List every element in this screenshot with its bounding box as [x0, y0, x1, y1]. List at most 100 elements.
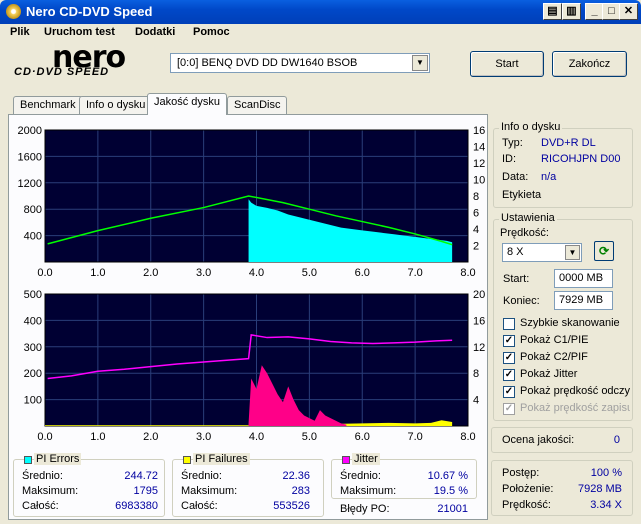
window-title: Nero CD-DVD Speed	[26, 4, 153, 19]
po-errors-label: Błędy PO:	[340, 503, 390, 515]
x-tick-label: 8.0	[460, 267, 475, 279]
drive-select[interactable]: [0:0] BENQ DVD DD DW1640 BSOB ▼	[170, 53, 430, 73]
checkbox-3[interactable]: ✓	[503, 369, 515, 381]
y-tick-label: 300	[24, 342, 42, 354]
disc-date-label: Data:	[502, 171, 529, 183]
pif-total-label: Całość:	[181, 500, 218, 512]
tab-scandisc[interactable]: ScanDisc	[227, 96, 288, 114]
jitter-avg-label: Średnio:	[340, 470, 381, 482]
pif-stats-title: PI Failures	[193, 453, 250, 465]
extra-icon-1[interactable]: ▤	[543, 3, 562, 20]
drive-select-value: [0:0] BENQ DVD DD DW1640 BSOB	[177, 57, 358, 69]
chevron-down-icon[interactable]: ▼	[565, 245, 580, 260]
pie-total-label: Całość:	[22, 500, 59, 512]
start-button[interactable]: Start	[470, 51, 544, 77]
y2-tick-label: 12	[473, 158, 485, 170]
menu-plik[interactable]: Plik	[10, 26, 30, 38]
menu-uruchom-test[interactable]: Uruchom test	[44, 26, 115, 38]
chevron-down-icon[interactable]: ▼	[412, 55, 428, 71]
checkbox-0[interactable]	[503, 318, 515, 330]
x-tick-label: 1.0	[90, 267, 105, 279]
end-field-label: Koniec:	[503, 295, 540, 307]
speed-select[interactable]: 8 X ▼	[502, 243, 582, 262]
menu-dodatki[interactable]: Dodatki	[135, 26, 175, 38]
checkbox-4[interactable]: ✓	[503, 386, 515, 398]
start-field[interactable]: 0000 MB	[554, 269, 613, 288]
current-speed-label: Prędkość:	[502, 499, 551, 511]
y2-tick-label: 6	[473, 208, 479, 220]
y2-tick-label: 2	[473, 241, 479, 253]
checkbox-label-4: Pokaż prędkość odczytu	[520, 385, 630, 397]
end-field[interactable]: 7929 MB	[554, 291, 613, 310]
extra-icon-2[interactable]: ▥	[562, 3, 581, 20]
x-tick-label: 0.0	[37, 267, 52, 279]
disc-type-label: Typ:	[502, 137, 523, 149]
pif-total-value: 553526	[273, 500, 310, 512]
pie-legend-swatch	[24, 456, 32, 464]
checkbox-label-0: Szybkie skanowanie	[520, 317, 620, 329]
current-speed-value: 3.34 X	[590, 499, 622, 511]
y2-tick-label: 20	[473, 289, 485, 301]
y2-tick-label: 10	[473, 175, 485, 187]
po-errors-value: 21001	[437, 503, 468, 515]
x-tick-label: 5.0	[302, 267, 317, 279]
checkbox-5[interactable]: ✓	[503, 403, 515, 415]
x-tick-label: 3.0	[196, 431, 211, 443]
checkbox-2[interactable]: ✓	[503, 352, 515, 364]
jitter-max-value: 19.5 %	[433, 485, 468, 497]
quality-value: 0	[613, 434, 620, 446]
x-tick-label: 4.0	[249, 267, 264, 279]
pie-stats-title: PI Errors	[34, 453, 82, 465]
tab-disc-quality[interactable]: Jakość dysku	[147, 93, 228, 115]
x-tick-label: 2.0	[143, 431, 158, 443]
pif-max-value: 283	[291, 485, 310, 497]
menu-pomoc[interactable]: Pomoc	[193, 26, 230, 38]
y2-tick-label: 14	[473, 142, 485, 154]
jitter-max-label: Maksimum:	[340, 485, 397, 497]
quality-label: Ocena jakości:	[502, 434, 575, 446]
speed-select-value: 8 X	[507, 246, 524, 258]
disc-id-value: RICOHJPN D00	[541, 153, 621, 165]
tab-benchmark[interactable]: Benchmark	[13, 96, 83, 114]
pif-avg-label: Średnio:	[181, 470, 222, 482]
disc-date-value: n/a	[541, 171, 557, 183]
y-tick-label: 1200	[18, 178, 42, 190]
y-tick-label: 500	[24, 289, 42, 301]
disc-info-title: Info o dysku	[499, 121, 563, 133]
jitter-stats-title: Jitter	[352, 453, 380, 465]
y-tick-label: 100	[24, 395, 42, 407]
x-tick-label: 4.0	[249, 431, 264, 443]
y2-tick-label: 12	[473, 342, 485, 354]
tab-disc-info[interactable]: Info o dysku	[79, 96, 153, 114]
pif-max-label: Maksimum:	[181, 485, 238, 497]
y2-tick-label: 16	[473, 125, 485, 137]
x-tick-label: 1.0	[90, 431, 105, 443]
start-field-label: Start:	[503, 273, 530, 285]
refresh-icon[interactable]: ⟳	[594, 241, 614, 261]
y-tick-label: 200	[24, 368, 42, 380]
y2-tick-label: 4	[473, 224, 479, 236]
y-tick-label: 800	[24, 204, 42, 216]
close-button[interactable]: Zakończ	[552, 51, 627, 77]
checkbox-label-5: Pokaż prędkość zapisu	[520, 402, 630, 414]
pif-avg-value: 22.36	[282, 470, 310, 482]
close-window-button[interactable]: ✕	[619, 3, 638, 20]
y2-tick-label: 8	[473, 368, 479, 380]
x-tick-label: 3.0	[196, 267, 211, 279]
progress-value: 100 %	[590, 467, 622, 479]
checkbox-label-3: Pokaż Jitter	[520, 368, 578, 380]
disc-label-label: Etykieta	[502, 189, 542, 201]
disc-id-label: ID:	[502, 153, 517, 165]
disc-type-value: DVD+R DL	[541, 137, 596, 149]
checkbox-1[interactable]: ✓	[503, 335, 515, 347]
x-tick-label: 6.0	[355, 267, 370, 279]
cd-dvd-speed-logo: CD·DVD SPEED	[14, 66, 110, 78]
pie-total-value: 6983380	[115, 500, 158, 512]
app-disc-icon	[6, 4, 21, 19]
x-tick-label: 0.0	[37, 431, 52, 443]
pif-legend-swatch	[183, 456, 191, 464]
y-tick-label: 2000	[18, 125, 42, 137]
jitter-legend-swatch	[342, 456, 350, 464]
pie-avg-label: Średnio:	[22, 470, 63, 482]
pie-avg-value: 244.72	[124, 470, 158, 482]
